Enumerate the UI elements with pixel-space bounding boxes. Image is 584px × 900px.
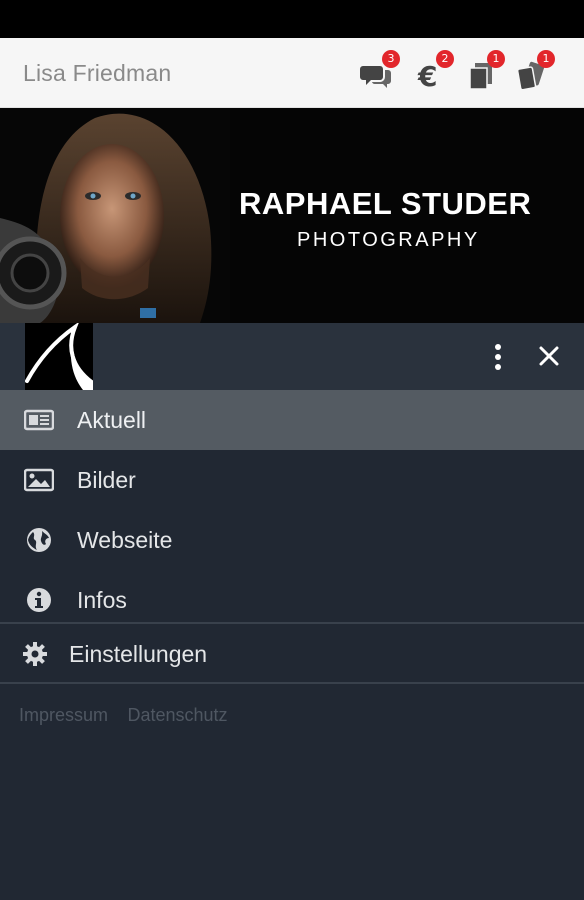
cards-icon[interactable]: 1 [515,50,555,92]
datenschutz-link[interactable]: Datenschutz [127,705,227,726]
status-bar [0,0,584,38]
banner-subtitle: PHOTOGRAPHY [297,229,480,251]
nav-label-aktuell: Aktuell [77,407,147,433]
svg-text:€: € [417,60,437,92]
nav-label-infos: Infos [77,587,127,613]
more-options-icon[interactable] [483,340,513,374]
nav-item-infos[interactable]: Infos [0,570,584,630]
nav-item-bilder[interactable]: Bilder [0,450,584,510]
euro-badge: 2 [436,50,454,68]
info-icon [27,588,51,612]
header-banner: RAPHAEL STUDER PHOTOGRAPHY [0,108,584,323]
close-icon[interactable] [534,341,564,371]
chat-badge: 3 [382,50,400,68]
euro-icon[interactable]: € 2 [414,50,454,92]
settings-item[interactable]: Einstellungen [0,625,584,683]
top-bar: Lisa Friedman 3 € 2 1 1 [0,38,584,108]
footer-links: Impressum Datenschutz [19,705,243,726]
user-name[interactable]: Lisa Friedman [23,60,171,87]
drawer-header [0,323,584,390]
divider [0,622,584,624]
nav-label-webseite: Webseite [77,527,173,553]
divider [0,682,584,684]
nav-label-bilder: Bilder [77,467,136,493]
documents-icon[interactable]: 1 [465,50,505,92]
drawer-nav: Aktuell Bilder Webseite Infos [0,390,584,630]
globe-icon [27,528,51,552]
chat-icon[interactable]: 3 [360,50,400,92]
gear-icon [23,642,47,666]
cards-badge: 1 [537,50,555,68]
image-icon [24,468,54,492]
nav-item-webseite[interactable]: Webseite [0,510,584,570]
nav-item-aktuell[interactable]: Aktuell [0,390,584,450]
settings-label: Einstellungen [69,641,208,667]
newspaper-icon [24,409,54,431]
shark-fin-logo [25,323,93,390]
photographer-portrait-image [0,108,230,323]
impressum-link[interactable]: Impressum [19,705,108,726]
banner-title: RAPHAEL STUDER [239,186,532,221]
documents-badge: 1 [487,50,505,68]
